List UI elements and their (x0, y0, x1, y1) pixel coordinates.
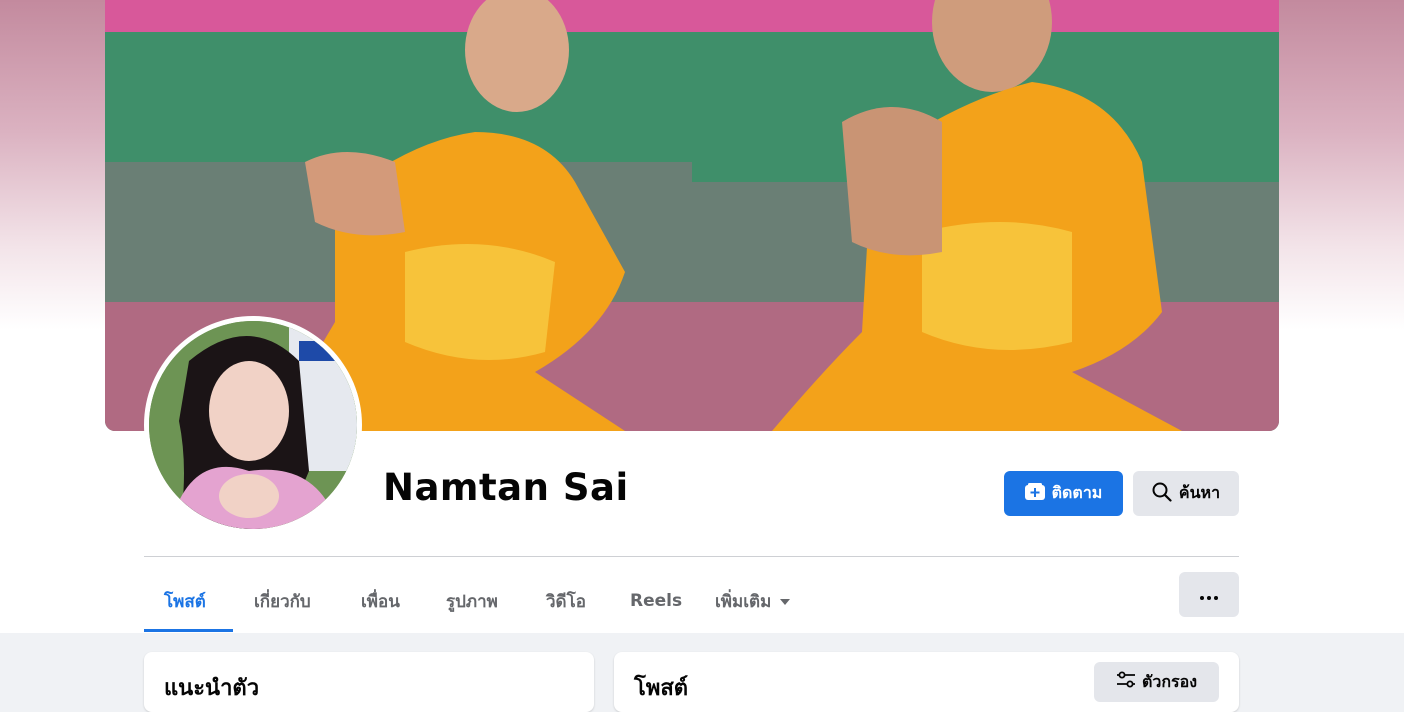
tab-more[interactable]: เพิ่มเติม (715, 571, 791, 631)
tab-label: Reels (630, 591, 683, 611)
more-options-button[interactable] (1179, 572, 1239, 617)
ellipsis-icon (1200, 585, 1218, 604)
tab-reels[interactable]: Reels (630, 571, 682, 631)
header-divider (144, 556, 1239, 557)
tab-videos[interactable]: วิดีโอ (546, 571, 586, 631)
caret-down-icon (779, 591, 791, 611)
tab-photos[interactable]: รูปภาพ (446, 571, 498, 631)
cover-photo-right-panel (692, 0, 1279, 431)
tab-label: เกี่ยวกับ (254, 591, 311, 612)
tab-label: เพื่อน (361, 591, 400, 612)
search-button[interactable]: ค้นหา (1133, 471, 1239, 516)
tab-posts[interactable]: โพสต์ (164, 571, 206, 631)
tab-friends[interactable]: เพื่อน (361, 571, 400, 631)
profile-avatar[interactable] (149, 321, 357, 529)
follow-button[interactable]: ติดตาม (1004, 471, 1123, 516)
profile-name: Namtan Sai (383, 466, 629, 509)
posts-card-title: โพสต์ (634, 676, 689, 701)
intro-card: แนะนำตัว (144, 652, 594, 712)
filter-button-label: ตัวกรอง (1141, 671, 1198, 691)
filter-button[interactable]: ตัวกรอง (1094, 662, 1219, 702)
tab-label: วิดีโอ (546, 591, 586, 612)
search-button-label: ค้นหา (1178, 483, 1221, 502)
intro-card-title: แนะนำตัว (164, 676, 260, 701)
posts-card: โพสต์ ตัวกรอง (614, 652, 1239, 712)
search-icon (1152, 482, 1172, 506)
active-tab-indicator (144, 629, 233, 632)
tab-about[interactable]: เกี่ยวกับ (254, 571, 311, 631)
follow-button-label: ติดตาม (1051, 483, 1103, 502)
tab-label: เพิ่มเติม (715, 591, 772, 612)
tab-label: โพสต์ (164, 591, 206, 612)
filter-sliders-icon (1116, 671, 1136, 693)
add-friend-icon (1024, 482, 1045, 505)
tab-label: รูปภาพ (446, 591, 498, 612)
